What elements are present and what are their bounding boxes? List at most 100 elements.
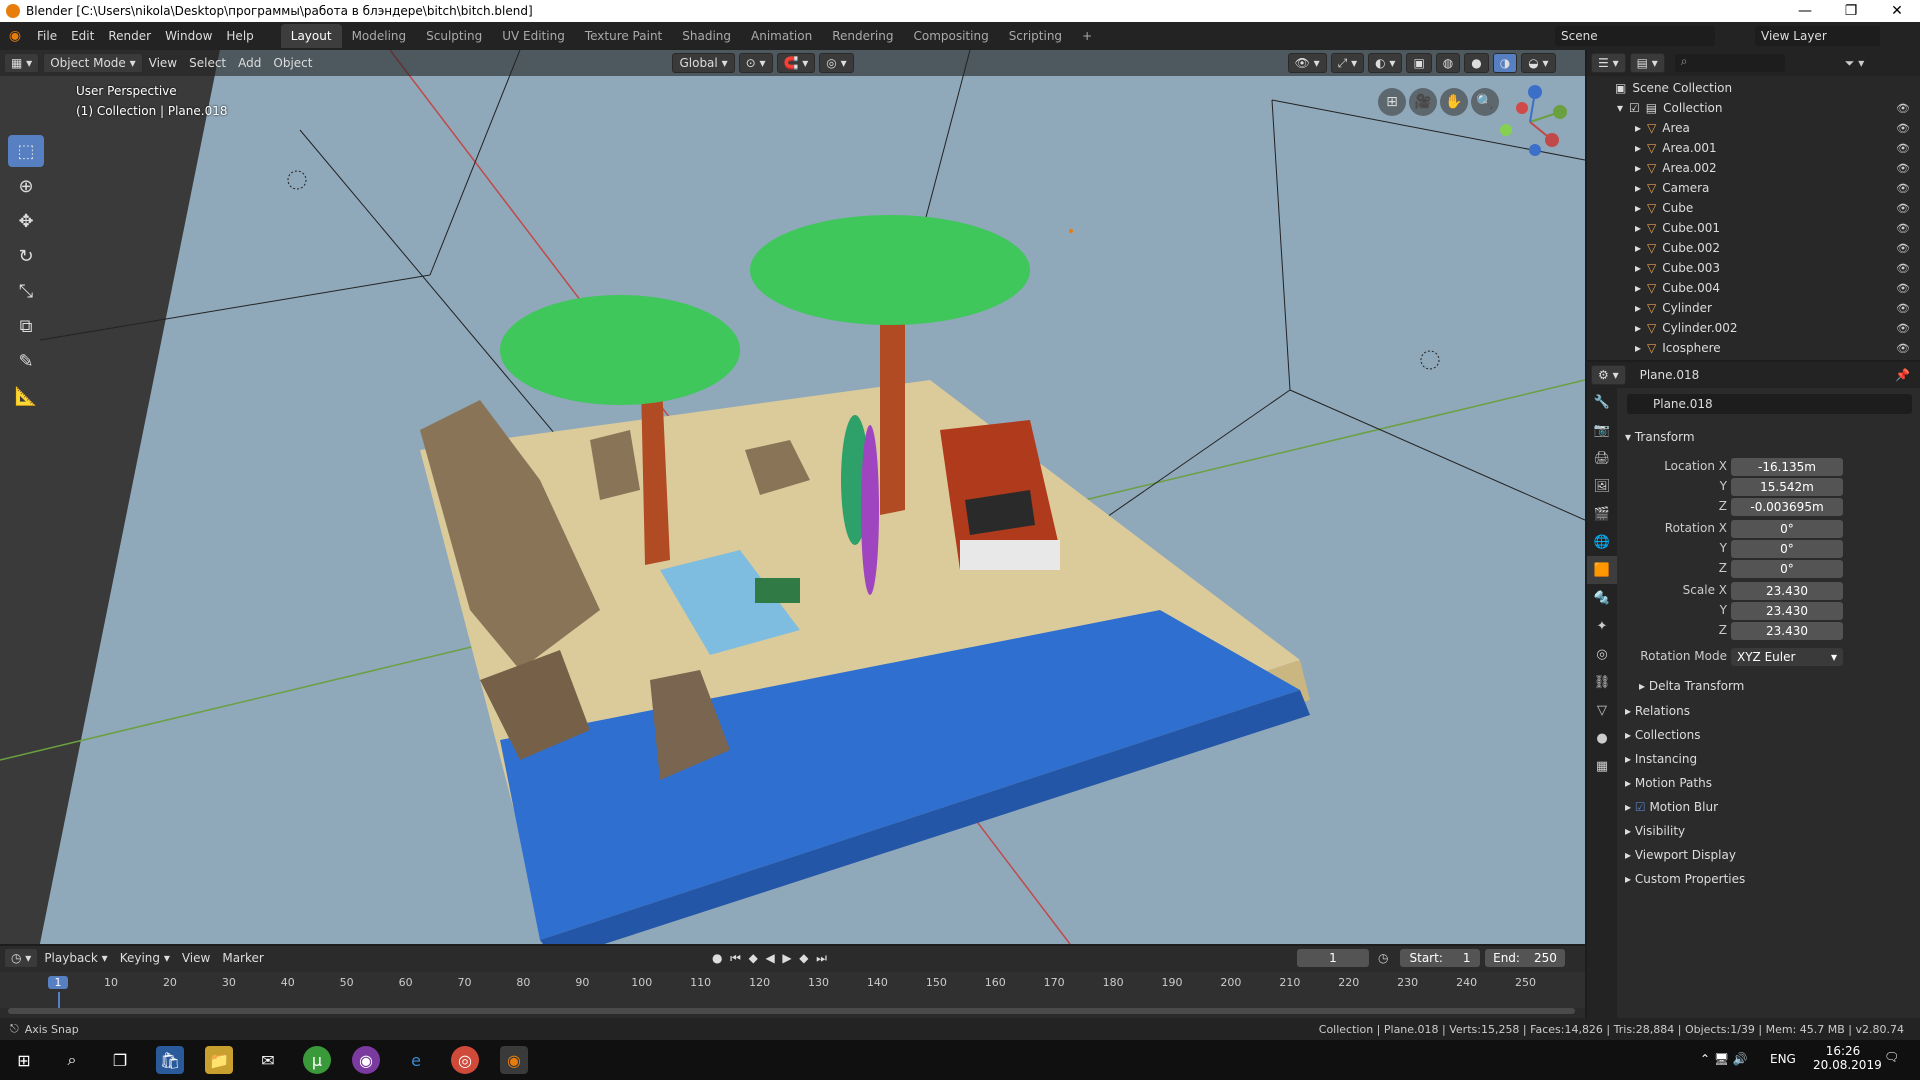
property-section-header[interactable]: ▸ Motion Paths: [1625, 776, 1712, 790]
tab-modeling[interactable]: Modeling: [342, 24, 417, 48]
camera-view-icon[interactable]: 🎥: [1409, 88, 1437, 116]
eye-icon[interactable]: 👁: [1896, 142, 1910, 155]
tray-icons[interactable]: ⌃ 🖥 🔊: [1700, 1052, 1748, 1066]
scene-selector[interactable]: Scene: [1555, 26, 1715, 46]
outliner-editor-type[interactable]: ☰ ▾: [1591, 53, 1626, 73]
viewport-menu-select[interactable]: Select: [183, 56, 232, 70]
outliner-item[interactable]: ▸ ▽ Cube.002 👁: [1587, 238, 1920, 258]
expand-arrow-icon[interactable]: ▾: [1617, 101, 1623, 115]
expand-arrow-icon[interactable]: ▸: [1635, 241, 1641, 255]
view-layer-selector[interactable]: View Layer: [1755, 26, 1880, 46]
delta-transform-section[interactable]: ▸ Delta Transform: [1639, 679, 1744, 693]
expand-arrow-icon[interactable]: ▸: [1635, 161, 1641, 175]
expand-arrow-icon[interactable]: ▸: [1635, 201, 1641, 215]
scale-x-field[interactable]: 23.430: [1731, 582, 1843, 600]
eye-icon[interactable]: 👁: [1896, 282, 1910, 295]
outliner-item[interactable]: ▸ ▽ Cube.004 👁: [1587, 278, 1920, 298]
rotate-tool-icon[interactable]: ↻: [8, 240, 44, 272]
checkbox-icon[interactable]: ☑: [1635, 800, 1646, 814]
physics-tab-icon[interactable]: ◎: [1587, 640, 1617, 668]
perspective-toggle-icon[interactable]: ⊞: [1378, 88, 1406, 116]
tab-compositing[interactable]: Compositing: [903, 24, 998, 48]
rotation-z-field[interactable]: 0°: [1731, 560, 1843, 578]
pivot-selector[interactable]: ⊙ ▾: [738, 53, 773, 73]
collection-row[interactable]: ▾ ☑ ▤ Collection 👁: [1587, 98, 1920, 118]
next-keyframe-icon[interactable]: ◆: [799, 951, 808, 965]
scene-tab-icon[interactable]: 🎬: [1587, 500, 1617, 528]
property-section-header[interactable]: ▸ Custom Properties: [1625, 872, 1745, 886]
rotation-mode-dropdown[interactable]: XYZ Euler ▾: [1731, 648, 1843, 666]
property-section-header[interactable]: ▸ Collections: [1625, 728, 1700, 742]
shading-rendered-button[interactable]: ◒ ▾: [1521, 53, 1556, 73]
move-tool-icon[interactable]: ✥: [8, 205, 44, 237]
outliner-item[interactable]: ▸ ▽ Cube 👁: [1587, 198, 1920, 218]
outliner-item[interactable]: ▸ ▽ Cube.001 👁: [1587, 218, 1920, 238]
close-button[interactable]: ✕: [1874, 0, 1920, 22]
location-z-field[interactable]: -0.003695m: [1731, 498, 1843, 516]
menu-render[interactable]: Render: [101, 29, 158, 43]
annotate-tool-icon[interactable]: ✎: [8, 345, 44, 377]
location-x-field[interactable]: -16.135m: [1731, 458, 1843, 476]
tab-texture-paint[interactable]: Texture Paint: [575, 24, 672, 48]
rotation-y-field[interactable]: 0°: [1731, 540, 1843, 558]
expand-arrow-icon[interactable]: ▸: [1635, 301, 1641, 315]
visibility-selector[interactable]: 👁 ▾: [1287, 53, 1327, 73]
scale-z-field[interactable]: 23.430: [1731, 622, 1843, 640]
notifications-icon[interactable]: 🗨: [1884, 1050, 1899, 1064]
play-icon[interactable]: ▶: [782, 951, 791, 965]
task-view-icon[interactable]: ❐: [106, 1046, 134, 1074]
tab-layout[interactable]: Layout: [280, 24, 342, 48]
eye-icon[interactable]: 👁: [1896, 162, 1910, 175]
podcast-icon[interactable]: ◉: [352, 1046, 380, 1074]
property-section-header[interactable]: ▸ ☑ Motion Blur: [1625, 800, 1718, 814]
outliner-item[interactable]: ▸ ▽ Area.002 👁: [1587, 158, 1920, 178]
timeline-menu-marker[interactable]: Marker: [216, 951, 269, 965]
viewport-menu-add[interactable]: Add: [232, 56, 267, 70]
scale-tool-icon[interactable]: ⤡: [8, 275, 44, 307]
output-tab-icon[interactable]: 🖨: [1587, 444, 1617, 472]
orientation-selector[interactable]: Global ▾: [672, 53, 735, 73]
scale-y-field[interactable]: 23.430: [1731, 602, 1843, 620]
outliner-search-input[interactable]: ⌕: [1674, 54, 1785, 72]
outliner-item[interactable]: ▸ ▽ Cylinder 👁: [1587, 298, 1920, 318]
eye-icon[interactable]: 👁: [1896, 102, 1910, 115]
viewport-menu-object[interactable]: Object: [267, 56, 318, 70]
rotation-x-field[interactable]: 0°: [1731, 520, 1843, 538]
transform-tool-icon[interactable]: ⧉: [8, 310, 44, 342]
render-tab-icon[interactable]: 📷: [1587, 416, 1617, 444]
jump-end-icon[interactable]: ⏭: [816, 951, 827, 965]
add-workspace-button[interactable]: +: [1072, 24, 1102, 48]
shading-material-button[interactable]: ◑: [1492, 53, 1518, 73]
prev-keyframe-icon[interactable]: ◆: [749, 951, 758, 965]
jump-start-icon[interactable]: ⏮: [730, 951, 741, 965]
expand-arrow-icon[interactable]: ▸: [1635, 261, 1641, 275]
xray-toggle[interactable]: ▣: [1406, 53, 1432, 73]
modifier-tab-icon[interactable]: 🔩: [1587, 584, 1617, 612]
object-tab-icon[interactable]: 🟧: [1587, 556, 1617, 584]
language-indicator[interactable]: ENG: [1770, 1052, 1796, 1066]
expand-arrow-icon[interactable]: ▸: [1635, 281, 1641, 295]
end-frame-field[interactable]: End: 250: [1485, 949, 1565, 967]
world-tab-icon[interactable]: 🌐: [1587, 528, 1617, 556]
timeline-ruler[interactable]: 1 10 20 30 40 50 60 70 80 90 100 110 120 130 140 150 160…: [0, 972, 1585, 1008]
timeline-menu-keying[interactable]: Keying ▾: [114, 951, 176, 965]
editor-type-button[interactable]: ▦ ▾: [4, 53, 40, 73]
property-section-header[interactable]: ▸ Viewport Display: [1625, 848, 1736, 862]
expand-arrow-icon[interactable]: ▸: [1635, 181, 1641, 195]
checkbox-icon[interactable]: ☑: [1629, 101, 1640, 115]
tool-tab-icon[interactable]: 🔧: [1587, 388, 1617, 416]
view-layer-tab-icon[interactable]: 🖼: [1587, 472, 1617, 500]
eye-icon[interactable]: 👁: [1896, 202, 1910, 215]
restore-button[interactable]: ❐: [1828, 0, 1874, 22]
viewport-menu-view[interactable]: View: [143, 56, 183, 70]
expand-arrow-icon[interactable]: ▸: [1635, 321, 1641, 335]
shading-solid-button[interactable]: ●: [1464, 53, 1489, 73]
expand-arrow-icon[interactable]: ▸: [1635, 141, 1641, 155]
overlay-toggle[interactable]: ◐ ▾: [1368, 53, 1403, 73]
3d-viewport[interactable]: ▦ ▾ Object Mode ▾ View Select Add Object…: [0, 50, 1585, 944]
location-y-field[interactable]: 15.542m: [1731, 478, 1843, 496]
blender-menu-icon[interactable]: ◉: [0, 28, 30, 44]
scene-collection-row[interactable]: ▣ Scene Collection: [1587, 78, 1920, 98]
expand-arrow-icon[interactable]: ▸: [1635, 341, 1641, 355]
store-icon[interactable]: 🛍: [156, 1046, 184, 1074]
